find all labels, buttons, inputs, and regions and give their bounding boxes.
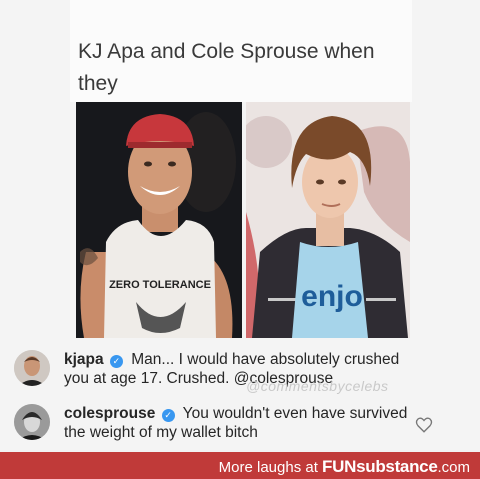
- avatar-colesprouse[interactable]: [14, 404, 50, 440]
- comment-username[interactable]: kjapa: [64, 351, 104, 368]
- photo-cole-sprouse: enjo: [246, 102, 410, 338]
- photo-kj-apa: ZERO TOLERANCE: [76, 102, 242, 338]
- footer-brand: FUNsubstance: [322, 457, 438, 476]
- footer-prefix: More laughs at: [218, 459, 323, 476]
- verified-badge-icon: ✓: [109, 355, 123, 368]
- footer-banner[interactable]: More laughs at FUNsubstance.com: [0, 452, 480, 479]
- comment-username[interactable]: colesprouse: [64, 405, 155, 422]
- comment-body: colesprouse ✓ You wouldn't even have sur…: [64, 404, 424, 442]
- avatar-kjapa[interactable]: [14, 350, 50, 386]
- verified-badge-icon: ✓: [161, 409, 175, 422]
- tank-top-print: ZERO TOLERANCE: [109, 279, 211, 291]
- footer-link[interactable]: More laughs at FUNsubstance.com: [219, 457, 470, 477]
- meme-card: KJ Apa and Cole Sprouse when they were a…: [0, 0, 480, 450]
- tshirt-print: enjo: [301, 280, 363, 313]
- heart-icon[interactable]: [415, 416, 433, 434]
- watermark: @commentsbycelebs: [246, 378, 389, 394]
- footer-tld: .com: [437, 459, 470, 476]
